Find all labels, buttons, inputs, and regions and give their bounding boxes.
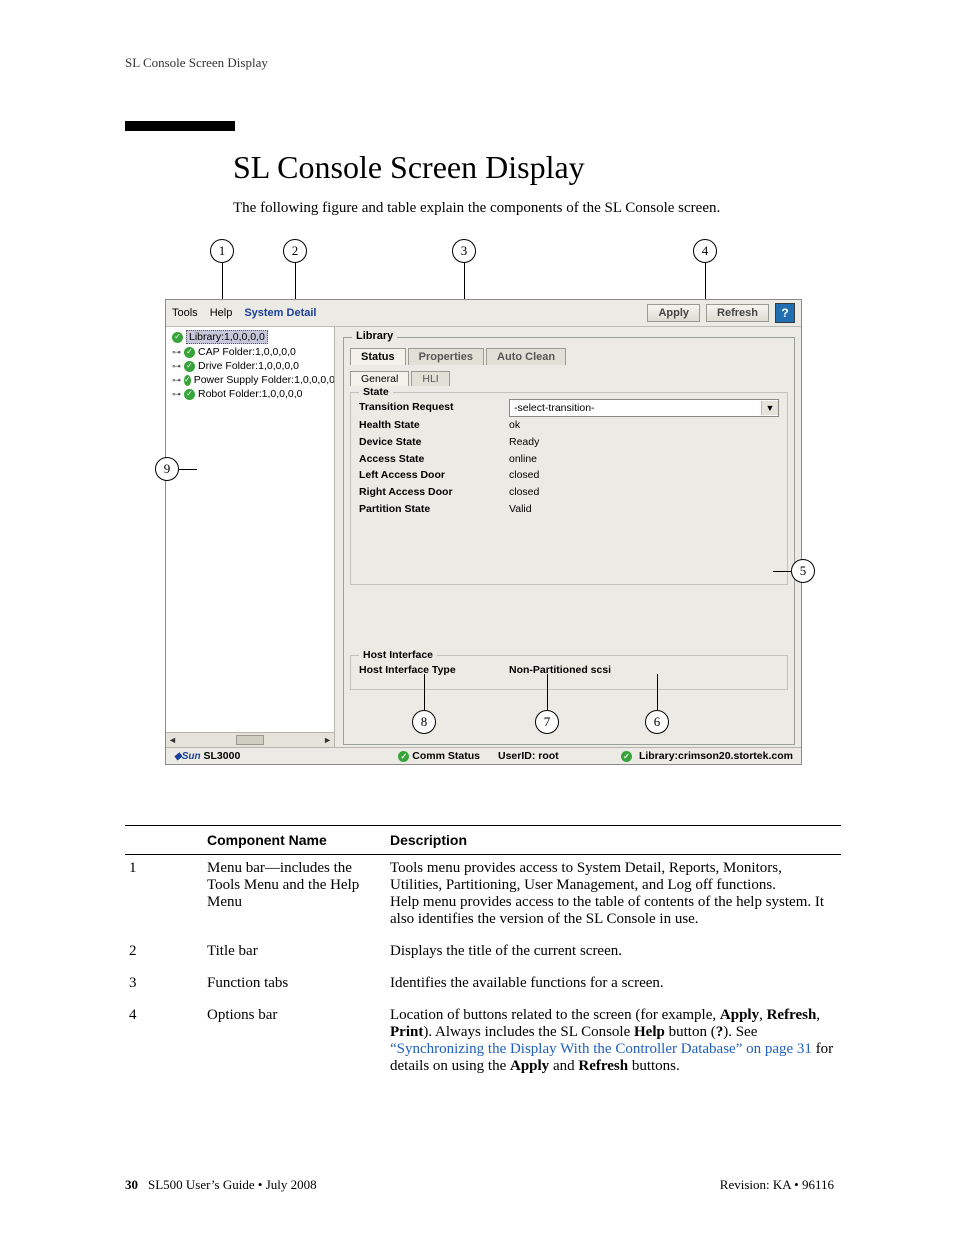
status-bar: ◆Sun SL3000 ✓Comm Status UserID: root ✓L… xyxy=(166,747,801,764)
callout-3: 3 xyxy=(452,239,476,299)
tab-status[interactable]: Status xyxy=(350,348,406,365)
callout-4: 4 xyxy=(693,239,717,299)
running-head: SL Console Screen Display xyxy=(125,55,834,71)
section-title: SL Console Screen Display xyxy=(233,149,834,186)
xref-sync-display[interactable]: “Synchronizing the Display With the Cont… xyxy=(390,1041,812,1057)
callout-7: 7 xyxy=(535,674,559,734)
title-bar: System Detail xyxy=(244,307,316,319)
chevron-down-icon[interactable]: ▼ xyxy=(761,401,778,415)
page-footer: 30 SL500 User’s Guide • July 2008 Revisio… xyxy=(125,1177,834,1193)
callout-6: 6 xyxy=(645,674,669,734)
host-title: Host Interface xyxy=(359,649,437,661)
detail-pane: Library Status Properties Auto Clean Gen… xyxy=(335,327,801,747)
tree-node[interactable]: ⊶✓CAP Folder:1,0,0,0,0 xyxy=(170,345,334,359)
apply-button[interactable]: Apply xyxy=(647,304,700,322)
table-row: 4 Options bar Location of buttons relate… xyxy=(125,1002,841,1085)
status-ok-icon: ✓ xyxy=(621,751,632,762)
state-title: State xyxy=(359,386,393,398)
tree-node[interactable]: ⊶✓Power Supply Folder:1,0,0,0,0 xyxy=(170,373,334,387)
menu-bar: Tools Help System Detail Apply Refresh ? xyxy=(166,300,801,327)
status-ok-icon: ✓ xyxy=(398,751,409,762)
callout-5: 5 xyxy=(773,559,815,583)
tree-node[interactable]: ⊶✓Drive Folder:1,0,0,0,0 xyxy=(170,359,334,373)
state-fieldset: State Transition Request -select-transit… xyxy=(350,392,788,585)
component-table: Component Name Description 1 Menu bar—in… xyxy=(125,825,841,1085)
callout-9: 9 xyxy=(155,457,197,481)
table-row: 3 Function tabs Identifies the available… xyxy=(125,970,841,1002)
sun-logo: ◆Sun xyxy=(174,751,201,762)
product-name: SL3000 xyxy=(204,750,241,762)
tab-properties[interactable]: Properties xyxy=(408,348,484,365)
subtab-general[interactable]: General xyxy=(350,371,409,386)
help-button[interactable]: ? xyxy=(775,303,795,323)
library-address: Library:crimson20.stortek.com xyxy=(639,750,793,762)
section-rule xyxy=(125,121,235,131)
help-menu[interactable]: Help xyxy=(210,307,233,319)
sl-console-window: Tools Help System Detail Apply Refresh ?… xyxy=(165,299,802,765)
revision: Revision: KA • 96116 xyxy=(720,1177,834,1193)
doc-title: SL500 User’s Guide • July 2008 xyxy=(148,1177,317,1192)
lead-paragraph: The following figure and table explain t… xyxy=(233,200,834,217)
callout-8: 8 xyxy=(412,674,436,734)
userid-label: UserID: xyxy=(498,750,535,762)
transition-select[interactable]: -select-transition-▼ xyxy=(509,399,779,417)
panel-title: Library xyxy=(352,330,397,342)
refresh-button[interactable]: Refresh xyxy=(706,304,769,322)
comm-status: Comm Status xyxy=(412,750,480,762)
tree-node[interactable]: ⊶✓Robot Folder:1,0,0,0,0 xyxy=(170,387,334,401)
tree-node-library[interactable]: ✓Library:1,0,0,0,0 xyxy=(170,329,334,345)
table-row: 1 Menu bar—includes the Tools Menu and t… xyxy=(125,855,841,939)
userid-value: root xyxy=(538,750,558,762)
tools-menu[interactable]: Tools xyxy=(172,307,198,319)
callout-1: 1 xyxy=(210,239,234,299)
tree-scrollbar[interactable]: ◄► xyxy=(166,732,334,747)
subtab-hli[interactable]: HLI xyxy=(411,371,449,386)
function-tabs: Status Properties Auto Clean xyxy=(350,348,788,365)
table-row: 2 Title bar Displays the title of the cu… xyxy=(125,938,841,970)
page-number: 30 xyxy=(125,1177,138,1192)
device-tree[interactable]: ✓Library:1,0,0,0,0 ⊶✓CAP Folder:1,0,0,0,… xyxy=(166,327,335,747)
tab-autoclean[interactable]: Auto Clean xyxy=(486,348,566,365)
callout-2: 2 xyxy=(283,239,307,299)
annotated-figure: 1 2 3 4 Tools Help System Detail Apply R… xyxy=(165,239,820,765)
